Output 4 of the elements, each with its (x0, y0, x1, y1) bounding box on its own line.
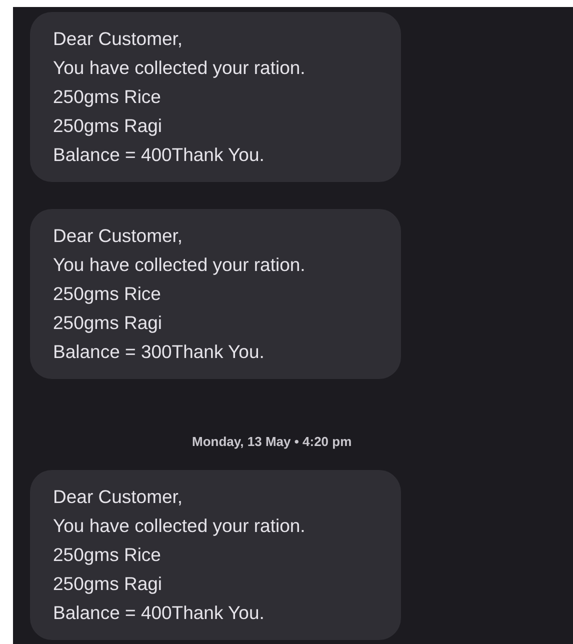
message-timestamp: Monday, 13 May • 4:20 pm (192, 434, 352, 450)
message-bubble: Dear Customer, You have collected your ration. 250gms Rice 250gms Ragi Balance = 400Thank You. (30, 470, 401, 640)
message-bubble: Dear Customer, You have collected your ration. 250gms Rice 250gms Ragi Balance = 300Thank You. (30, 209, 401, 379)
message-bubble: Dear Customer, You have collected your ration. 250gms Rice 250gms Ragi Balance = 400Thank You. (30, 12, 401, 182)
